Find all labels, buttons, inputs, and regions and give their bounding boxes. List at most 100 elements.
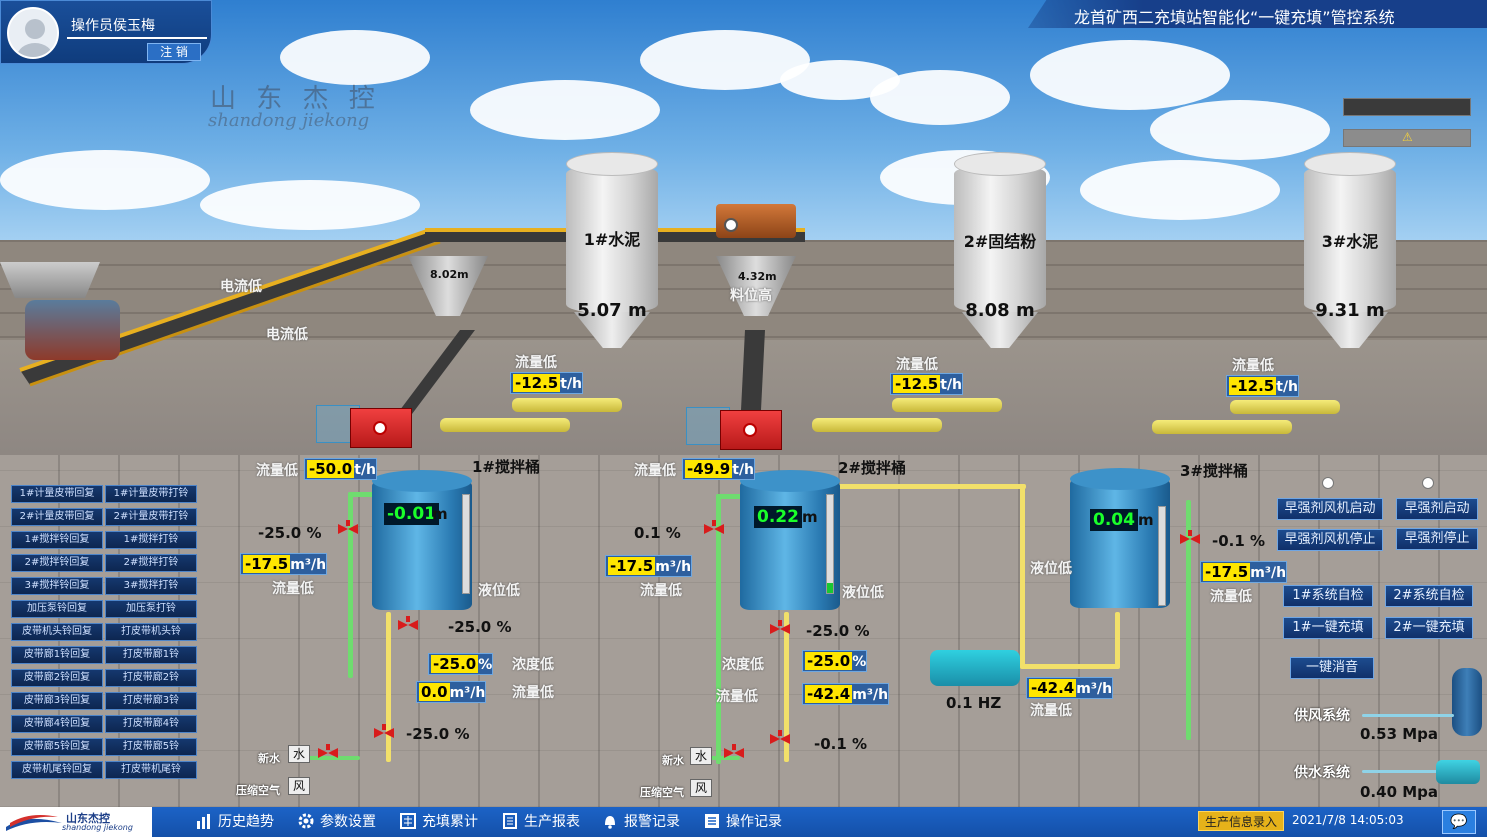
message-button[interactable]: 💬 bbox=[1442, 810, 1476, 834]
nav-operation-records[interactable]: 操作记录 bbox=[704, 812, 782, 832]
tank-1-feed-status: 流量低 bbox=[256, 463, 298, 479]
tank-2-out-status: 流量低 bbox=[716, 689, 758, 705]
air-label-1: 压缩空气 bbox=[236, 784, 280, 797]
bell-button-4-1[interactable]: 3#搅拌打铃 bbox=[105, 577, 197, 595]
tank-2-level-bar bbox=[826, 494, 834, 594]
bell-button-12-0[interactable]: 皮带机尾铃回复 bbox=[11, 761, 103, 779]
bell-button-8-1[interactable]: 打皮带廊2铃 bbox=[105, 669, 197, 687]
bell-button-10-1[interactable]: 打皮带廊4铃 bbox=[105, 715, 197, 733]
water-inlet-valve-2[interactable] bbox=[724, 744, 744, 762]
bell-button-2-1[interactable]: 1#搅拌打铃 bbox=[105, 531, 197, 549]
indicator-1 bbox=[1322, 477, 1334, 489]
silo-1-flow-status: 流量低 bbox=[515, 355, 557, 371]
bell-button-0-0[interactable]: 1#计量皮带回复 bbox=[11, 485, 103, 503]
one-key-fill-1-button[interactable]: 1#一键充填 bbox=[1283, 617, 1373, 639]
bell-button-12-1[interactable]: 打皮带机尾铃 bbox=[105, 761, 197, 779]
water-pump bbox=[1436, 760, 1480, 784]
pump-flow-status: 流量低 bbox=[1030, 703, 1072, 719]
bell-button-11-1[interactable]: 打皮带廊5铃 bbox=[105, 738, 197, 756]
bell-button-3-1[interactable]: 2#搅拌打铃 bbox=[105, 554, 197, 572]
mixing-tank-2 bbox=[740, 480, 840, 610]
feeder-machine bbox=[716, 204, 796, 238]
tank-1-outlet-pct: -25.0 % bbox=[448, 618, 512, 636]
bell-button-3-0[interactable]: 2#搅拌铃回复 bbox=[11, 554, 103, 572]
tank-1-level-status: 液位低 bbox=[478, 583, 520, 599]
avatar bbox=[7, 7, 59, 59]
tank-1-water-flow: -17.5 m³/h bbox=[240, 553, 328, 575]
system-title: 龙首矿西二充填站智能化“一键充填”管控系统 bbox=[1074, 8, 1395, 27]
nav-parameter-settings[interactable]: 参数设置 bbox=[298, 812, 376, 832]
tank-2-level-status: 液位低 bbox=[842, 585, 884, 601]
outlet-valve-2[interactable] bbox=[770, 620, 790, 638]
silo-3 bbox=[1304, 152, 1396, 352]
early-strength-fan-start-button[interactable]: 早强剂风机启动 bbox=[1277, 498, 1383, 520]
water-valve-3[interactable] bbox=[1180, 530, 1200, 548]
bell-button-11-0[interactable]: 皮带廊5铃回复 bbox=[11, 738, 103, 756]
operator-name: 操作员侯玉梅 bbox=[71, 18, 155, 34]
mixing-tank-3 bbox=[1070, 478, 1170, 608]
bell-button-7-1[interactable]: 打皮带廊1铃 bbox=[105, 646, 197, 664]
outlet-valve-1[interactable] bbox=[398, 616, 418, 634]
belt-1-status: 电流低 bbox=[220, 279, 262, 295]
bell-button-5-0[interactable]: 加压泵铃回复 bbox=[11, 600, 103, 618]
system-1-selfcheck-button[interactable]: 1#系统自检 bbox=[1283, 585, 1373, 607]
pressure-pump[interactable] bbox=[930, 650, 1020, 686]
tank-3-level: 0.04 bbox=[1090, 509, 1138, 531]
bell-button-9-0[interactable]: 皮带廊3铃回复 bbox=[11, 692, 103, 710]
bell-button-9-1[interactable]: 打皮带廊3铃 bbox=[105, 692, 197, 710]
water-valve-2[interactable] bbox=[704, 520, 724, 538]
air-supply-label: 供风系统 bbox=[1294, 708, 1350, 724]
bell-button-7-0[interactable]: 皮带廊1铃回复 bbox=[11, 646, 103, 664]
silence-alarm-button[interactable]: 一键消音 bbox=[1290, 657, 1374, 679]
bell-button-8-0[interactable]: 皮带廊2铃回复 bbox=[11, 669, 103, 687]
nav-alarm-records[interactable]: 报警记录 bbox=[602, 812, 680, 832]
one-key-fill-2-button[interactable]: 2#一键充填 bbox=[1385, 617, 1473, 639]
air-valve-2[interactable] bbox=[770, 730, 790, 748]
water-supply-label: 供水系统 bbox=[1294, 765, 1350, 781]
chat-icon: 💬 bbox=[1450, 814, 1468, 830]
nav-history-trend[interactable]: 历史趋势 bbox=[196, 812, 274, 832]
system-2-selfcheck-button[interactable]: 2#系统自检 bbox=[1385, 585, 1473, 607]
tank-1-water-pct: -25.0 % bbox=[258, 524, 322, 542]
screw-conveyor-3b bbox=[1152, 420, 1292, 434]
hopper-2-status: 料位高 bbox=[730, 288, 772, 304]
belt-2-status: 电流低 bbox=[266, 327, 308, 343]
bell-button-6-1[interactable]: 打皮带机头铃 bbox=[105, 623, 197, 641]
bell-button-10-0[interactable]: 皮带廊4铃回复 bbox=[11, 715, 103, 733]
silo-1 bbox=[566, 152, 658, 352]
tank-2-out-flow: -42.4 m³/h bbox=[802, 683, 890, 705]
water-inlet-valve-1[interactable] bbox=[318, 744, 338, 762]
tank-3-water-flow: -17.5 m³/h bbox=[1200, 561, 1288, 583]
early-strength-fan-stop-button[interactable]: 早强剂风机停止 bbox=[1277, 529, 1383, 551]
early-strength-start-button[interactable]: 早强剂启动 bbox=[1396, 498, 1478, 520]
air-valve-1[interactable] bbox=[374, 724, 394, 742]
tank-2-feed-flow: -49.9 t/h bbox=[682, 458, 756, 480]
tank-1-level: -0.01 bbox=[384, 503, 439, 525]
logout-button[interactable]: 注 销 bbox=[147, 43, 201, 61]
bell-button-6-0[interactable]: 皮带机头铃回复 bbox=[11, 623, 103, 641]
water-valve-1[interactable] bbox=[338, 520, 358, 538]
slurry-pipe-3a bbox=[830, 484, 1026, 489]
indicator-2 bbox=[1422, 477, 1434, 489]
list-icon bbox=[704, 813, 720, 829]
tank-1-air-pct: -25.0 % bbox=[406, 725, 470, 743]
logo-icon bbox=[6, 815, 62, 831]
screw-conveyor-2b bbox=[812, 418, 942, 432]
bell-button-2-0[interactable]: 1#搅拌铃回复 bbox=[11, 531, 103, 549]
bell-button-1-0[interactable]: 2#计量皮带回复 bbox=[11, 508, 103, 526]
early-strength-stop-button[interactable]: 早强剂停止 bbox=[1396, 528, 1478, 550]
bell-button-1-1[interactable]: 2#计量皮带打铃 bbox=[105, 508, 197, 526]
silo-2-level: 8.08 m bbox=[965, 300, 1035, 321]
bell-button-5-1[interactable]: 加压泵打铃 bbox=[105, 600, 197, 618]
production-info-entry-button[interactable]: 生产信息录入 bbox=[1198, 811, 1284, 831]
air-supply-pressure: 0.53 Mpa bbox=[1360, 725, 1439, 743]
tank-3-level-bar bbox=[1158, 506, 1166, 606]
silo-2-flow-status: 流量低 bbox=[896, 357, 938, 373]
nav-fill-accumulation[interactable]: 充填累计 bbox=[400, 812, 478, 832]
nav-production-report[interactable]: 生产报表 bbox=[502, 812, 580, 832]
calculator-icon bbox=[400, 813, 416, 829]
bell-button-4-0[interactable]: 3#搅拌铃回复 bbox=[11, 577, 103, 595]
screw-conveyor-1 bbox=[512, 398, 622, 412]
silo-3-flow: -12.5 t/h bbox=[1226, 375, 1300, 397]
bell-button-0-1[interactable]: 1#计量皮带打铃 bbox=[105, 485, 197, 503]
